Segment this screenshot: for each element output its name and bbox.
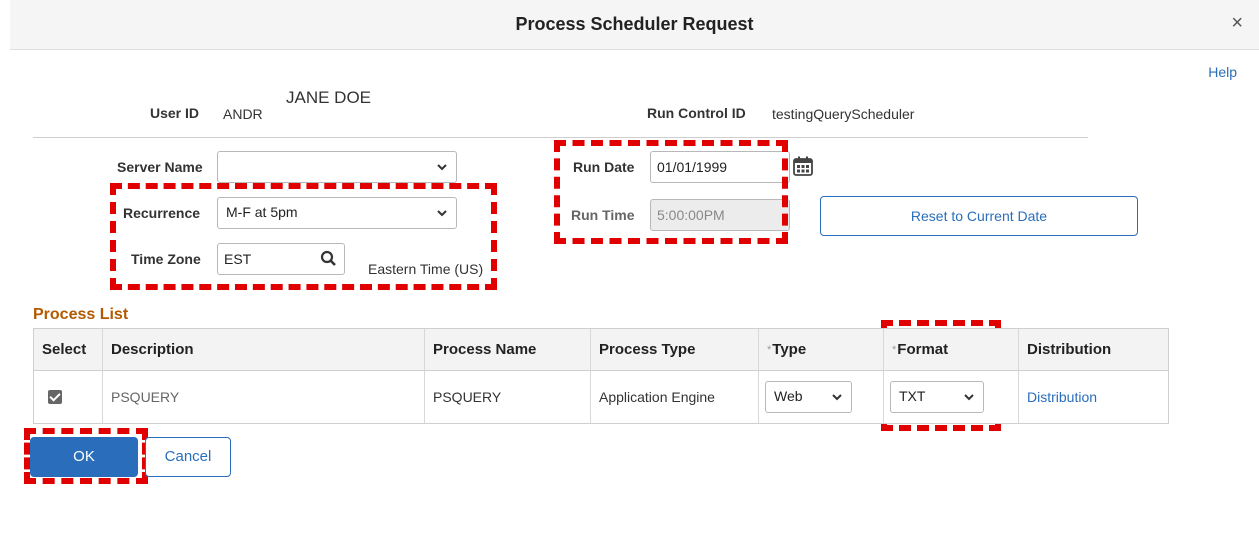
- process-name-cell: PSQUERY: [425, 371, 591, 423]
- chevron-down-icon: [964, 394, 974, 401]
- col-format: * Format: [884, 329, 1019, 370]
- user-name-overlay: JANE DOE: [286, 88, 372, 107]
- process-type-cell: Application Engine: [591, 371, 759, 423]
- col-type-label: Type: [772, 341, 807, 358]
- chevron-down-icon: [832, 394, 842, 401]
- col-type: * Type: [759, 329, 884, 370]
- type-value: Web: [774, 388, 803, 404]
- divider: [33, 137, 1088, 138]
- format-select[interactable]: TXT: [890, 381, 984, 413]
- reset-to-current-date-button[interactable]: Reset to Current Date: [820, 196, 1138, 236]
- select-cell: [34, 371, 103, 423]
- type-cell: Web: [759, 371, 884, 423]
- col-process-name: Process Name: [425, 329, 591, 370]
- col-format-label: Format: [897, 341, 949, 358]
- server-name-select[interactable]: [217, 151, 457, 183]
- format-cell: TXT: [884, 371, 1019, 423]
- ok-button[interactable]: OK: [30, 437, 138, 477]
- checkbox-checked-icon[interactable]: [48, 390, 62, 404]
- table-row: PSQUERY PSQUERY Application Engine Web T…: [34, 371, 1168, 423]
- col-distribution: Distribution: [1027, 341, 1112, 358]
- col-select: Select: [34, 329, 103, 370]
- calendar-icon[interactable]: [792, 155, 814, 177]
- user-id-label: User ID: [150, 105, 200, 121]
- format-value: TXT: [899, 388, 926, 404]
- col-description: Description: [103, 329, 425, 370]
- server-name-label: Server Name: [117, 159, 203, 175]
- col-process-type: Process Type: [591, 329, 759, 370]
- distribution-cell: Distribution: [1019, 371, 1168, 423]
- highlight-recurrence-box: [110, 183, 497, 290]
- cancel-button[interactable]: Cancel: [145, 437, 231, 477]
- type-select[interactable]: Web: [765, 381, 852, 413]
- distribution-link[interactable]: Distribution: [1027, 389, 1097, 405]
- close-icon[interactable]: ×: [1231, 12, 1243, 35]
- process-list-title: Process List: [33, 306, 129, 323]
- required-mark: *: [892, 343, 897, 356]
- process-list-table: Select Description Process Name Process …: [33, 328, 1169, 424]
- required-mark: *: [767, 343, 772, 356]
- chevron-down-icon: [437, 164, 447, 171]
- highlight-run-date-box: [554, 140, 788, 244]
- help-link[interactable]: Help: [1208, 64, 1237, 80]
- run-control-value: testingQueryScheduler: [772, 106, 915, 122]
- dialog-title: Process Scheduler Request: [515, 14, 754, 34]
- dialog-titlebar: Process Scheduler Request ×: [10, 0, 1259, 50]
- user-id-value: ANDR: [223, 106, 263, 122]
- run-control-label: Run Control ID: [647, 105, 746, 121]
- table-header-row: Select Description Process Name Process …: [34, 329, 1168, 371]
- description-cell: PSQUERY: [103, 371, 425, 423]
